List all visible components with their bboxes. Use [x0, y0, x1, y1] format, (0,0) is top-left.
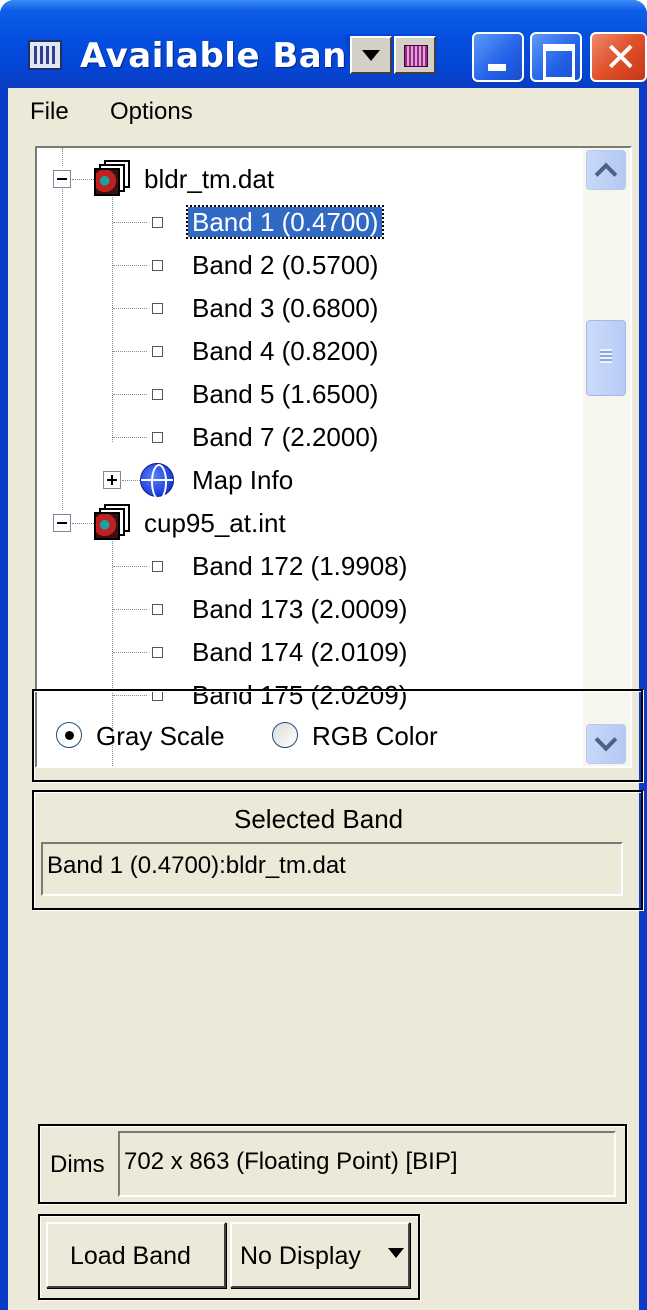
scroll-up-button[interactable]: [586, 150, 626, 190]
gray-scale-label[interactable]: Gray Scale: [96, 721, 225, 752]
band-leaf-icon: [152, 260, 163, 271]
tree-vertical-scrollbar[interactable]: [583, 148, 630, 766]
tree-band-node[interactable]: Band 4 (0.8200): [192, 336, 378, 366]
display-mode-group: Gray Scale RGB Color: [32, 689, 643, 782]
dims-field: 702 x 863 (Floating Point) [BIP]: [118, 1131, 616, 1197]
load-band-button[interactable]: Load Band: [46, 1222, 226, 1288]
tree-file-node[interactable]: bldr_tm.dat: [144, 164, 274, 194]
menu-bar: File Options: [8, 88, 639, 134]
tree-connector: [72, 523, 94, 524]
tree-band-node[interactable]: Band 174 (2.0109): [192, 637, 407, 667]
tree-connector: [113, 265, 147, 266]
tree-connector: [72, 179, 94, 180]
tree-connector: [113, 437, 147, 438]
dims-group: Dims 702 x 863 (Floating Point) [BIP]: [38, 1124, 627, 1204]
band-tree-content: bldr_tm.dat Band 1 (0.4700) Band 2 (0.57…: [37, 148, 583, 766]
rgb-color-label[interactable]: RGB Color: [312, 721, 438, 752]
window-client-area: File Options bldr_tm.dat Band 1 (0.4700)…: [8, 88, 643, 1310]
minimize-button[interactable]: [472, 32, 524, 82]
tree-connector: [113, 566, 147, 567]
dropdown-arrow-icon: [388, 1248, 404, 1258]
dropdown-arrow-icon[interactable]: [350, 36, 392, 74]
image-file-icon: [94, 504, 132, 540]
band-leaf-icon: [152, 647, 163, 658]
dims-label: Dims: [50, 1151, 105, 1178]
selected-band-field: Band 1 (0.4700):bldr_tm.dat: [41, 842, 623, 896]
band-tree[interactable]: bldr_tm.dat Band 1 (0.4700) Band 2 (0.57…: [35, 146, 632, 768]
collapse-toggle[interactable]: [53, 170, 71, 188]
maximize-button[interactable]: [530, 32, 582, 82]
tree-connector: [113, 652, 147, 653]
close-icon: ✕: [604, 35, 638, 81]
tree-connector: [122, 480, 140, 481]
tree-connector: [113, 308, 147, 309]
menu-file[interactable]: File: [30, 98, 69, 126]
tree-connector: [113, 609, 147, 610]
title-bar[interactable]: Available Bands ✕: [0, 0, 647, 88]
no-display-label: No Display: [240, 1242, 361, 1270]
available-bands-window: Available Bands ✕ File Options bldr_tm.d…: [0, 0, 647, 1310]
image-file-icon: [94, 160, 132, 196]
close-button[interactable]: ✕: [590, 32, 647, 82]
tree-connector: [62, 148, 63, 166]
gray-scale-radio[interactable]: [56, 722, 82, 748]
band-leaf-icon: [152, 561, 163, 572]
globe-icon: [140, 463, 174, 500]
tree-map-info-node[interactable]: Map Info: [192, 465, 293, 495]
tree-band-node[interactable]: Band 5 (1.6500): [192, 379, 378, 409]
selected-band-heading: Selected Band: [234, 804, 404, 834]
rgb-color-radio[interactable]: [272, 722, 298, 748]
collapse-toggle[interactable]: [53, 514, 71, 532]
tree-band-node[interactable]: Band 2 (0.5700): [192, 250, 378, 280]
tree-band-node[interactable]: Band 173 (2.0009): [192, 594, 407, 624]
tree-connector: [113, 351, 147, 352]
tree-connector: [113, 222, 147, 223]
no-display-dropdown[interactable]: No Display: [230, 1222, 410, 1288]
band-leaf-icon: [152, 432, 163, 443]
tree-band-node[interactable]: Band 172 (1.9908): [192, 551, 407, 581]
band-leaf-icon: [152, 303, 163, 314]
tree-band-node[interactable]: Band 7 (2.2000): [192, 422, 378, 452]
tree-file-node[interactable]: cup95_at.int: [144, 508, 286, 538]
menu-options[interactable]: Options: [110, 98, 193, 126]
chevron-up-icon: [594, 162, 618, 186]
band-leaf-icon: [152, 217, 163, 228]
selected-band-group: Selected Band Band 1 (0.4700):bldr_tm.da…: [32, 790, 643, 910]
expand-toggle[interactable]: [103, 471, 121, 489]
magenta-grid-icon[interactable]: [394, 36, 436, 74]
band-leaf-icon: [152, 389, 163, 400]
band-leaf-icon: [152, 346, 163, 357]
tree-band-node[interactable]: Band 1 (0.4700): [185, 205, 385, 239]
action-buttons-group: Load Band No Display: [38, 1214, 420, 1300]
grid-window-icon[interactable]: [28, 40, 62, 70]
tree-connector: [113, 394, 147, 395]
tree-connector: [62, 170, 63, 510]
band-leaf-icon: [152, 604, 163, 615]
tree-band-node[interactable]: Band 3 (0.6800): [192, 293, 378, 323]
scroll-thumb[interactable]: [586, 320, 626, 396]
